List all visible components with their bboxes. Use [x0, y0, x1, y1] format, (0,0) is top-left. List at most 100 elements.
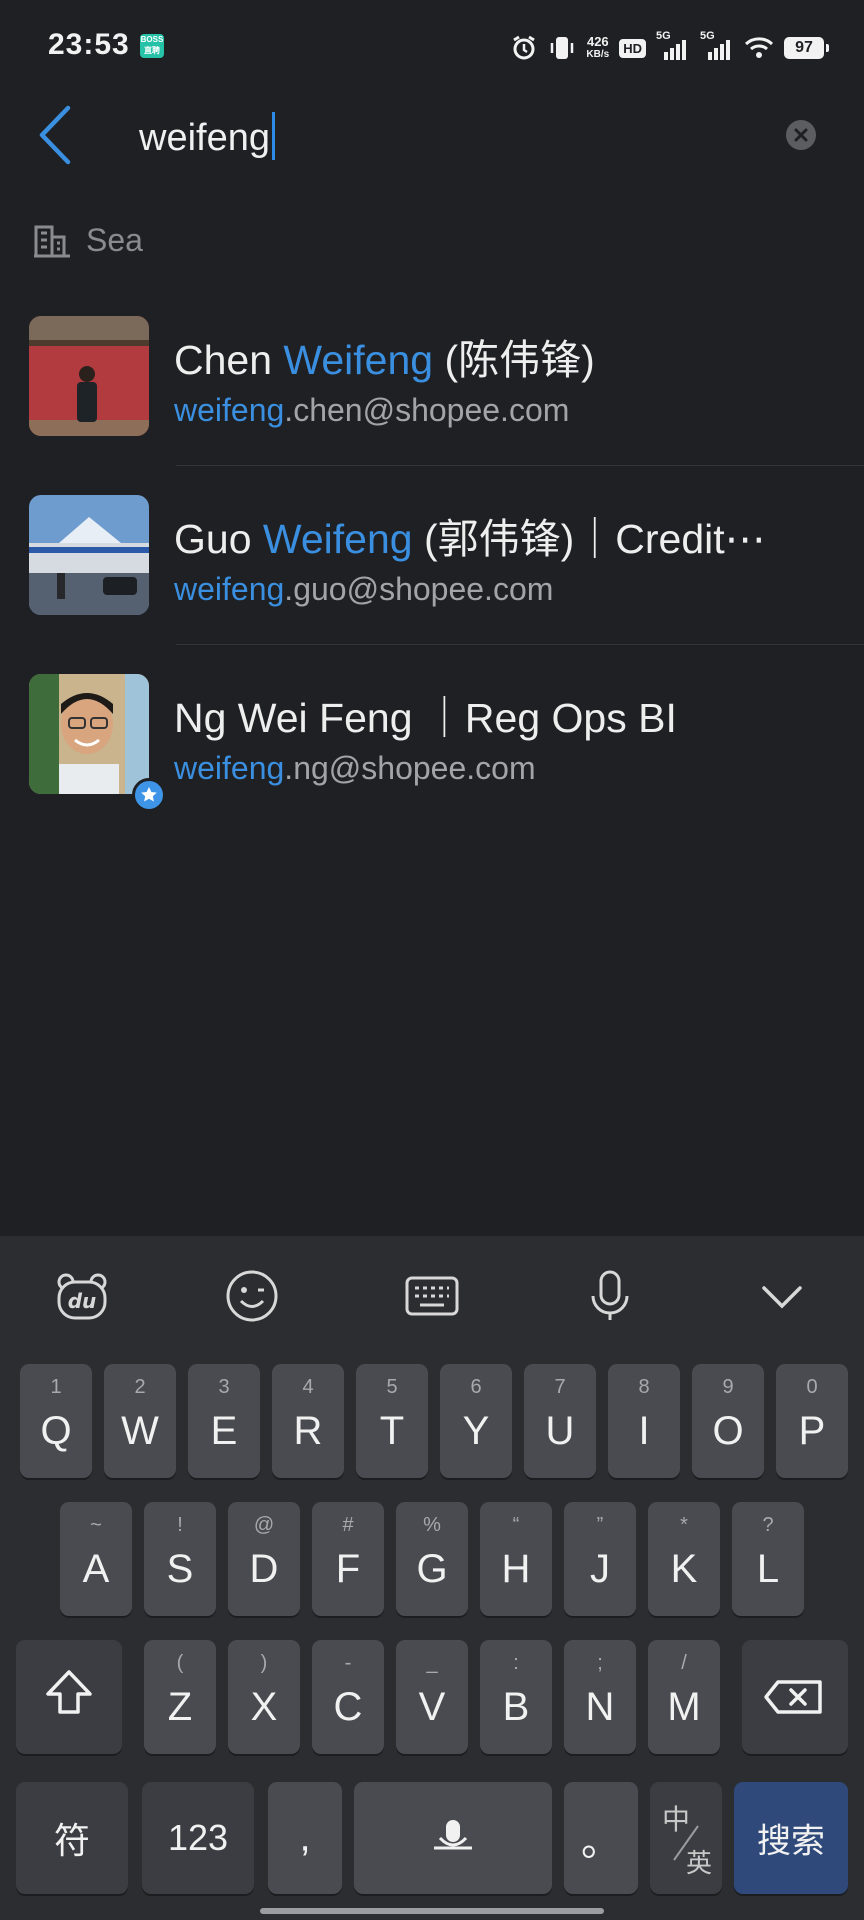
name-highlight: Weifeng [262, 516, 413, 562]
symbols-key[interactable]: 符 [16, 1782, 128, 1894]
search-query[interactable]: weifeng [139, 117, 270, 159]
key-q[interactable]: 1Q [20, 1364, 92, 1478]
result-row[interactable]: Guo Weifeng (郭伟锋)｜Credit⋯ weifeng.guo@sh… [0, 495, 864, 673]
name-part: (陈伟锋) [433, 337, 595, 383]
building-icon [34, 225, 70, 257]
key-g[interactable]: % G [396, 1502, 468, 1616]
key-secondary-label: ; [597, 1652, 603, 1674]
comma-key[interactable]: , [268, 1782, 342, 1894]
status-icons: 426 KB/s HD 5G 5G 97 [510, 30, 829, 66]
search-input[interactable]: weifeng [139, 112, 275, 160]
contact-name: Ng Wei Feng ｜Reg Ops BI [174, 684, 834, 744]
key-h[interactable]: “H [480, 1502, 552, 1616]
key-label: T [379, 1409, 405, 1453]
key-l[interactable]: ? L [732, 1502, 804, 1616]
key-label: K [670, 1547, 698, 1591]
key-e[interactable]: 3E [188, 1364, 260, 1478]
key-secondary-label: 4 [302, 1376, 314, 1398]
name-part: (郭伟锋)｜Credit⋯ [412, 516, 766, 562]
close-icon [794, 128, 808, 142]
key-secondary-label: ( [176, 1652, 184, 1674]
avatar [29, 316, 149, 436]
key-label: I [638, 1409, 650, 1453]
shift-key[interactable] [16, 1640, 122, 1754]
key-w[interactable]: 2W [104, 1364, 176, 1478]
key-secondary-label: # [342, 1514, 354, 1536]
key-t[interactable]: 5T [356, 1364, 428, 1478]
key-z[interactable]: (Z [144, 1640, 216, 1754]
signal-1: 5G [656, 30, 690, 62]
key-b[interactable]: :B [480, 1640, 552, 1754]
keyboard-icon[interactable] [404, 1268, 460, 1324]
key-p[interactable]: 0P [776, 1364, 848, 1478]
key-label: V [418, 1685, 446, 1729]
alarm-icon [513, 35, 536, 60]
key-s[interactable]: ! S [144, 1502, 216, 1616]
chevron-down-icon[interactable] [754, 1268, 810, 1324]
key-secondary-label: 8 [638, 1376, 650, 1398]
numbers-key[interactable]: 123 [142, 1782, 254, 1894]
net-speed-unit: KB/s [586, 49, 610, 60]
key-j[interactable]: ” J [564, 1502, 636, 1616]
key-secondary-label: % [423, 1514, 441, 1536]
email-part: .guo@shopee.com [284, 571, 554, 607]
key-secondary-label: / [681, 1652, 687, 1674]
key-label: A [82, 1547, 110, 1591]
signal-2: 5G [700, 30, 734, 62]
key-secondary-label: @ [253, 1514, 275, 1536]
home-indicator[interactable] [260, 1908, 604, 1914]
key-f[interactable]: # F [312, 1502, 384, 1616]
key-v[interactable]: _ V [396, 1640, 468, 1754]
key-secondary-label: ~ [90, 1514, 102, 1536]
language-switch-key[interactable]: 中英 [650, 1782, 722, 1894]
net-speed-value: 426 [586, 34, 609, 49]
key-secondary-label: 5 [386, 1376, 398, 1398]
contact-name: Guo Weifeng (郭伟锋)｜Credit⋯ [174, 505, 834, 565]
key-a[interactable]: ~ A [60, 1502, 132, 1616]
key-secondary-label: “ [512, 1514, 520, 1536]
key-d[interactable]: @ D [228, 1502, 300, 1616]
key-x[interactable]: ) X [228, 1640, 300, 1754]
key-i[interactable]: 8I [608, 1364, 680, 1478]
key-label: F [335, 1547, 361, 1591]
key-y[interactable]: 6Y [440, 1364, 512, 1478]
period-key[interactable]: 。 [564, 1782, 638, 1894]
key-u[interactable]: 7U [524, 1364, 596, 1478]
key-n[interactable]: ; N [564, 1640, 636, 1754]
search-key[interactable]: 搜索 [734, 1782, 848, 1894]
contact-email: weifeng.chen@shopee.com [174, 392, 569, 429]
microphone-icon[interactable] [582, 1268, 638, 1324]
email-part: .chen@shopee.com [284, 392, 570, 428]
key-secondary-label: - [344, 1652, 352, 1674]
key-label: Z [167, 1685, 193, 1729]
verified-badge-icon [132, 778, 166, 812]
key-label: W [121, 1409, 159, 1453]
result-row[interactable]: Chen Weifeng (陈伟锋) weifeng.chen@shopee.c… [0, 316, 864, 494]
key-secondary-label: 3 [218, 1376, 230, 1398]
key-o[interactable]: 9O [692, 1364, 764, 1478]
back-arrow-icon[interactable] [32, 100, 82, 170]
key-label: , [299, 1815, 311, 1860]
result-row[interactable]: Ng Wei Feng ｜Reg Ops BI weifeng.ng@shope… [0, 674, 864, 852]
name-part: Chen [174, 337, 284, 383]
key-label: J [590, 1547, 610, 1591]
email-highlight: weifeng [174, 750, 285, 786]
email-part: .ng@shopee.com [284, 750, 536, 786]
key-label: 。 [581, 1820, 621, 1864]
key-secondary-label: * [680, 1514, 688, 1536]
key-secondary-label: 6 [470, 1376, 482, 1398]
key-label: 123 [167, 1817, 229, 1858]
key-c[interactable]: -C [312, 1640, 384, 1754]
emoji-icon[interactable] [224, 1268, 280, 1324]
key-label: L [756, 1547, 780, 1591]
key-k[interactable]: * K [648, 1502, 720, 1616]
key-m[interactable]: / M [648, 1640, 720, 1754]
backspace-key[interactable] [742, 1640, 848, 1754]
divider [176, 465, 864, 466]
key-label: D [249, 1547, 279, 1591]
clear-search-button[interactable] [786, 120, 816, 150]
du-bear-icon[interactable]: du [54, 1268, 110, 1324]
space-key[interactable] [354, 1782, 552, 1894]
section-header: Sea [32, 222, 143, 259]
key-r[interactable]: 4R [272, 1364, 344, 1478]
